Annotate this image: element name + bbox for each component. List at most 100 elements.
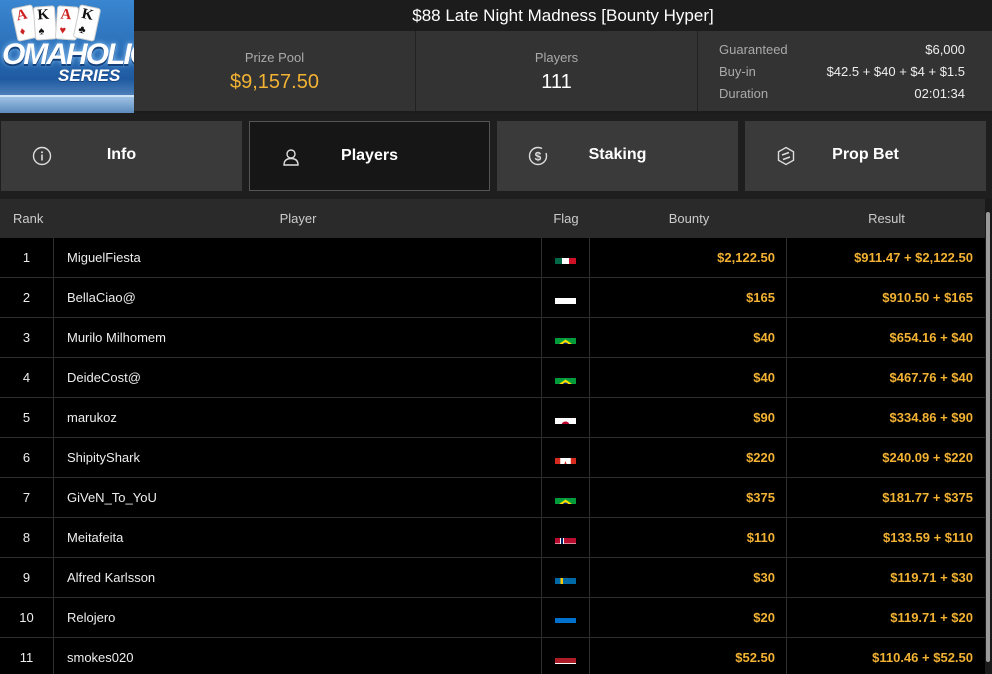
column-header-result[interactable]: Result — [788, 211, 985, 226]
table-scrollbar[interactable] — [985, 199, 992, 674]
logo-base — [0, 95, 134, 113]
table-body: 1 MiguelFiesta $2,122.50 $911.47 + $2,122.5… — [0, 238, 985, 674]
tab-label: Prop Bet — [832, 146, 899, 163]
column-header-flag[interactable]: Flag — [542, 211, 590, 226]
player-name-cell: Murilo Milhomem — [54, 318, 542, 358]
flag-cell — [542, 358, 590, 398]
column-header-bounty[interactable]: Bounty — [591, 211, 787, 226]
tab-label: Staking — [588, 146, 647, 163]
flag-cell — [542, 518, 590, 558]
estonia-flag-icon — [555, 609, 576, 624]
detail-duration: Duration 02:01:34 — [719, 85, 965, 107]
flag-cell — [542, 398, 590, 438]
players-value: 111 — [541, 71, 572, 93]
norway-flag-icon — [555, 529, 576, 544]
prize-pool-label: Prize Pool — [244, 50, 305, 65]
tab-prop-bet[interactable]: Prop Bet — [745, 121, 986, 191]
bounty-cell: $220 — [590, 438, 787, 478]
table-row[interactable]: 10 Relojero $20 $119.71 + $20 — [0, 598, 985, 638]
brazil-flag-icon — [555, 489, 576, 504]
rank-cell: 1 — [0, 238, 54, 278]
bounty-cell: $375 — [590, 478, 787, 518]
tournament-header: A♦ K♠ A♥ K♣ OMAHOLIC SERIES $88 Late Nig… — [0, 0, 992, 113]
rank-cell: 2 — [0, 278, 54, 318]
players-stat: Players 111 — [416, 31, 698, 111]
brazil-flag-icon — [555, 329, 576, 344]
result-cell: $911.47 + $2,122.50 — [854, 250, 973, 265]
result-cell: $467.76 + $40 — [889, 370, 974, 385]
bounty-cell: $30 — [590, 558, 787, 598]
flag-cell — [542, 598, 590, 638]
canada-flag-icon — [555, 449, 576, 464]
column-header-player[interactable]: Player — [54, 211, 542, 226]
detail-key: Buy-in — [719, 64, 756, 79]
detail-value: 02:01:34 — [914, 86, 965, 101]
player-name-cell: BellaCiao@ — [54, 278, 542, 318]
playing-card-icon: K ♠ — [32, 5, 58, 41]
omaholic-series-logo: A♦ K♠ A♥ K♣ OMAHOLIC SERIES — [0, 0, 134, 113]
rank-cell: 6 — [0, 438, 54, 478]
result-cell: $334.86 + $90 — [889, 410, 974, 425]
result-cell: $181.77 + $375 — [882, 490, 973, 505]
rank-cell: 3 — [0, 318, 54, 358]
rank-cell: 10 — [0, 598, 54, 638]
rank-cell: 7 — [0, 478, 54, 518]
player-name-cell: MiguelFiesta — [54, 238, 542, 278]
tournament-stats: Prize Pool $9,157.50 Players 111 Guarant… — [134, 31, 992, 111]
column-header-rank[interactable]: Rank — [13, 211, 43, 226]
table-row[interactable]: 9 Alfred Karlsson $30 $119.71 + $30 — [0, 558, 985, 598]
rank-cell: 11 — [0, 638, 54, 674]
result-cell: $119.71 + $30 — [890, 570, 973, 585]
player-name-cell: ShipityShark — [54, 438, 542, 478]
table-row[interactable]: 11 smokes020 $52.50 $110.46 + $52.50 — [0, 638, 985, 674]
result-cell: $654.16 + $40 — [889, 330, 974, 345]
flag-cell — [542, 438, 590, 478]
table-row[interactable]: 7 GiVeN_To_YoU $375 $181.77 + $375 — [0, 478, 985, 518]
table-row[interactable]: 5 marukoz $90 $334.86 + $90 — [0, 398, 985, 438]
player-name-cell: DeideCost@ — [54, 358, 542, 398]
tab-players[interactable]: Players — [249, 121, 490, 191]
table-row[interactable]: 4 DeideCost@ $40 $467.76 + $40 — [0, 358, 985, 398]
flag-cell — [542, 558, 590, 598]
bounty-cell: $40 — [590, 318, 787, 358]
bounty-cell: $110 — [590, 518, 787, 558]
logo-word-series: SERIES — [58, 66, 121, 85]
bounty-cell: $40 — [590, 358, 787, 398]
detail-key: Guaranteed — [719, 42, 788, 57]
tab-info[interactable]: Info — [1, 121, 242, 191]
result-cell: $133.59 + $110 — [882, 530, 973, 545]
table-row[interactable]: 8 Meitafeita $110 $133.59 + $110 — [0, 518, 985, 558]
players-table: Rank Player Flag Bounty Result 1 MiguelFi… — [0, 199, 992, 674]
rank-cell: 8 — [0, 518, 54, 558]
player-name-cell: Relojero — [54, 598, 542, 638]
poland-flag-icon — [555, 289, 576, 304]
player-name-cell: Meitafeita — [54, 518, 542, 558]
result-cell: $910.50 + $165 — [882, 290, 973, 305]
flag-cell — [542, 638, 590, 674]
rank-cell: 9 — [0, 558, 54, 598]
detail-value: $6,000 — [925, 42, 965, 57]
table-row[interactable]: 3 Murilo Milhomem $40 $654.16 + $40 — [0, 318, 985, 358]
flag-cell — [542, 318, 590, 358]
tab-staking[interactable]: $ Staking — [497, 121, 738, 191]
bounty-cell: $20 — [590, 598, 787, 638]
detail-key: Duration — [719, 86, 769, 101]
tab-label: Info — [106, 146, 137, 163]
detail-guaranteed: Guaranteed $6,000 — [719, 41, 965, 63]
table-row[interactable]: 1 MiguelFiesta $2,122.50 $911.47 + $2,122.5… — [0, 238, 985, 278]
bounty-cell: $90 — [590, 398, 787, 438]
bounty-cell: $2,122.50 — [590, 238, 787, 278]
result-cell: $110.46 + $52.50 — [872, 650, 973, 665]
tournament-details: Guaranteed $6,000 Buy-in $42.5 + $40 + $… — [698, 31, 992, 111]
player-name-cell: GiVeN_To_YoU — [54, 478, 542, 518]
player-name-cell: smokes020 — [54, 638, 542, 674]
rank-cell: 4 — [0, 358, 54, 398]
tab-bar: Info Players $ Staking Prop Bet — [0, 121, 992, 191]
bounty-cell: $165 — [590, 278, 787, 318]
table-row[interactable]: 2 BellaCiao@ $165 $910.50 + $165 — [0, 278, 985, 318]
bounty-cell: $52.50 — [590, 638, 787, 674]
sweden-flag-icon — [555, 569, 576, 584]
table-row[interactable]: 6 ShipityShark $220 $240.09 + $220 — [0, 438, 985, 478]
scrollbar-thumb[interactable] — [986, 212, 990, 662]
mexico-flag-icon — [555, 249, 576, 264]
